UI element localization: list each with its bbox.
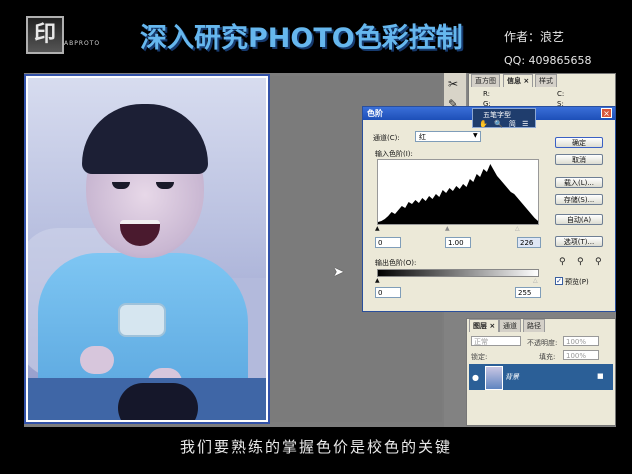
black-eyedropper-icon[interactable]: ⚲ <box>559 257 566 267</box>
auto-button[interactable]: 自动(A) <box>555 214 603 225</box>
info-c-label: C: <box>557 90 565 98</box>
channel-select[interactable]: 红 <box>415 131 481 142</box>
lock-icon: ■ <box>597 372 604 380</box>
levels-dialog: 色阶 × 通道(C): 红 ▼ 输入色阶(I): ▲ ▲ △ 0 1.00 22… <box>362 106 616 312</box>
chevron-down-icon: ▼ <box>473 132 478 139</box>
ime-toolbar[interactable]: 五笔字型 ✋ 🔍 简 ☰ <box>472 108 536 128</box>
opacity-field[interactable]: 100% <box>563 336 599 346</box>
caption: 我们要熟练的掌握色价是校色的关键 <box>179 438 452 456</box>
levels-title: 色阶 <box>367 109 383 118</box>
layers-panel: 图层 × 通道 路径 正常 不透明度: 100% 锁定: 填充: 100% ● … <box>466 318 616 426</box>
white-eyedropper-icon[interactable]: ⚲ <box>595 257 602 267</box>
histogram <box>377 159 539 225</box>
black-slider-icon[interactable]: ▲ <box>375 225 380 232</box>
logo-subtext: ABPROTO <box>64 40 101 47</box>
author-label: 作者：浪艺 <box>504 30 565 44</box>
input-white-field[interactable]: 226 <box>517 237 541 248</box>
lock-label: 锁定: <box>471 353 488 361</box>
output-white-slider-icon[interactable]: △ <box>533 277 538 284</box>
options-button[interactable]: 选项(T)... <box>555 236 603 247</box>
blend-mode-select[interactable]: 正常 <box>471 336 521 346</box>
output-black-field[interactable]: 0 <box>375 287 401 298</box>
tab-channels[interactable]: 通道 <box>499 319 521 332</box>
tab-paths[interactable]: 路径 <box>523 319 545 332</box>
document-canvas-photo[interactable] <box>24 74 270 424</box>
white-slider-icon[interactable]: △ <box>515 225 520 232</box>
channel-label: 通道(C): <box>373 134 400 142</box>
preview-checkbox[interactable]: ✓ <box>555 277 563 285</box>
opacity-label: 不透明度: <box>527 339 558 347</box>
histogram-shape <box>378 164 538 224</box>
input-levels-label: 输入色阶(I): <box>375 150 413 158</box>
gray-eyedropper-icon[interactable]: ⚲ <box>577 257 584 267</box>
fill-field[interactable]: 100% <box>563 350 599 360</box>
output-white-field[interactable]: 255 <box>515 287 541 298</box>
cancel-button[interactable]: 取消 <box>555 154 603 165</box>
ime-icons[interactable]: ✋ 🔍 简 ☰ <box>479 119 530 129</box>
ok-button[interactable]: 确定 <box>555 137 603 148</box>
tab-info[interactable]: 信息 × <box>503 74 534 87</box>
logo-mark: 印 <box>26 16 64 54</box>
tools-icon[interactable]: ✂ <box>448 77 458 91</box>
output-levels-label: 输出色阶(O): <box>375 259 417 267</box>
tab-layers[interactable]: 图层 × <box>469 319 500 332</box>
layer-name: 背景 <box>505 373 519 381</box>
eye-icon[interactable]: ● <box>472 373 479 382</box>
histogram-svg <box>378 164 538 224</box>
fill-label: 填充: <box>539 353 556 361</box>
close-icon[interactable]: × <box>601 108 612 118</box>
layer-thumbnail <box>485 366 503 390</box>
input-gamma-field[interactable]: 1.00 <box>445 237 471 248</box>
logo: 印 ABPROTO <box>24 14 124 54</box>
tab-histogram[interactable]: 直方图 <box>471 74 500 87</box>
cursor-icon: ➤ <box>333 265 344 280</box>
output-black-slider-icon[interactable]: ▲ <box>375 277 380 284</box>
info-r-label: R: <box>483 90 491 98</box>
qq-label: QQ: 409865658 <box>504 54 592 67</box>
tab-styles[interactable]: 样式 <box>535 74 557 87</box>
input-black-field[interactable]: 0 <box>375 237 401 248</box>
gamma-slider-icon[interactable]: ▲ <box>445 225 450 232</box>
layer-row[interactable]: ● 背景 ■ <box>469 364 613 390</box>
output-gradient-bar <box>377 269 539 277</box>
preview-label: 预览(P) <box>565 278 589 286</box>
save-button[interactable]: 存储(S)... <box>555 194 603 205</box>
load-button[interactable]: 载入(L)... <box>555 177 603 188</box>
page-title: 深入研究PHOTO色彩控制 <box>140 23 463 54</box>
